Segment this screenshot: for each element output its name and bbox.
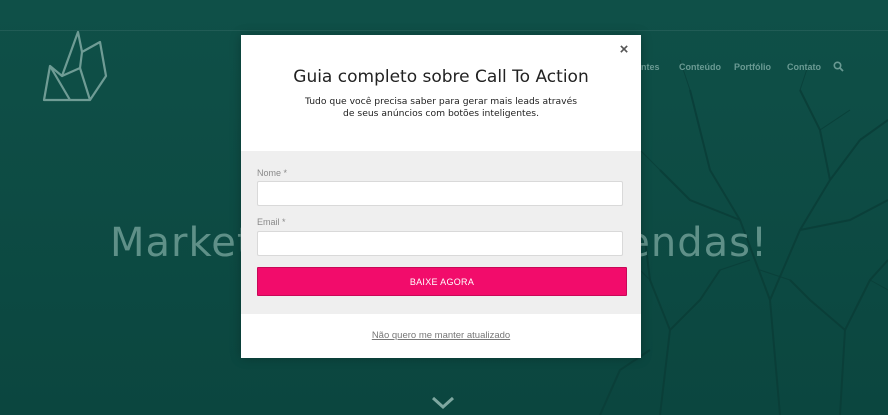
decline-link[interactable]: Não quero me manter atualizado xyxy=(241,330,641,341)
name-field[interactable] xyxy=(257,181,623,206)
lead-capture-modal: × Guia completo sobre Call To Action Tud… xyxy=(241,35,641,358)
modal-title: Guia completo sobre Call To Action xyxy=(293,67,589,87)
nav-item-conteudo[interactable]: Conteúdo xyxy=(679,62,721,72)
email-field[interactable] xyxy=(257,231,623,256)
chevron-down-icon[interactable] xyxy=(431,396,455,410)
brand-logo-icon[interactable] xyxy=(40,28,108,104)
nav-item-portfolio[interactable]: Portfólio xyxy=(734,62,771,72)
close-icon[interactable]: × xyxy=(617,42,631,57)
hero-text-left: Market xyxy=(110,220,254,266)
nav-item-partial[interactable]: ntes xyxy=(641,62,660,72)
name-label: Nome * xyxy=(257,168,288,178)
email-label: Email * xyxy=(257,217,286,227)
modal-subtitle: Tudo que você precisa saber para gerar m… xyxy=(304,96,578,119)
search-icon[interactable] xyxy=(833,61,844,72)
nav-item-contato[interactable]: Contato xyxy=(787,62,821,72)
signup-form: Nome * Email * BAIXE AGORA xyxy=(241,151,641,314)
header-divider xyxy=(0,30,888,31)
download-button[interactable]: BAIXE AGORA xyxy=(257,267,627,296)
